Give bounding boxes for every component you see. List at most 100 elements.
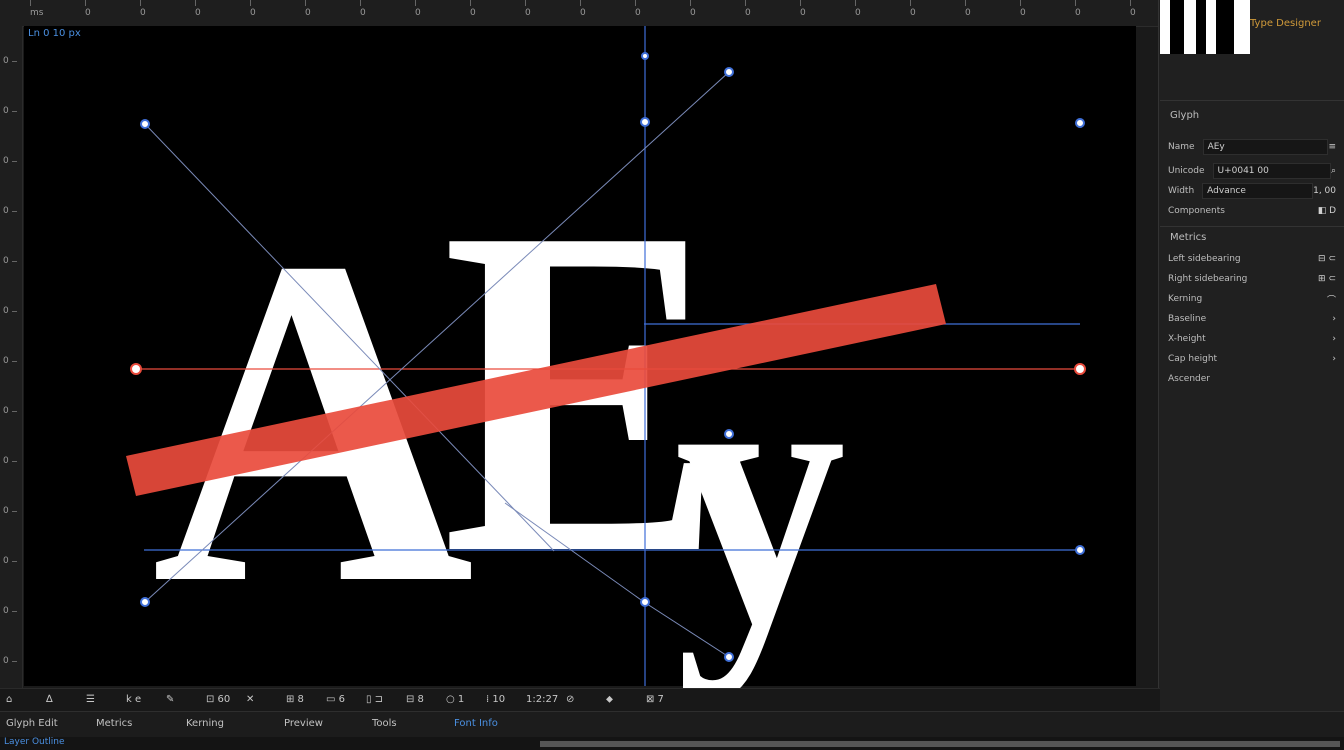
ruler-tick: 0 [305,0,311,18]
property-label: Width [1168,186,1195,196]
glyph-thumbnail[interactable] [1160,0,1250,54]
panel-divider [1160,226,1344,227]
metric-control-icon[interactable]: › [1332,334,1336,344]
metric-label: Kerning [1168,294,1203,304]
ruler-tick: 0 [1075,0,1081,18]
toolbar-tool[interactable]: ☰ [86,692,95,708]
metric-control-icon[interactable]: › [1332,354,1336,364]
tab-item[interactable]: Kerning [186,718,224,729]
ruler-tick: 0 [195,0,201,18]
layers-strip: Layer Outline [0,737,1344,750]
ruler-tick: 0 [3,306,17,316]
control-point [1075,118,1085,128]
toolbar-tool[interactable]: k e [126,692,141,708]
toolbar-tool[interactable]: ✕ [246,692,254,708]
toolbar-tool[interactable]: ∆ [46,692,53,708]
property-row-unicode[interactable]: Unicode U+0041 00 ⌕ [1168,162,1336,180]
property-field[interactable]: Advance [1202,183,1314,199]
metric-label: Baseline [1168,314,1207,324]
control-point [641,52,649,60]
ruler-tick: 0 [965,0,971,18]
handle-line-4 [504,502,645,603]
ruler-tick: 0 [250,0,256,18]
ruler-tick: 0 [745,0,751,18]
metric-label: X-height [1168,334,1206,344]
metric-label: Ascender [1168,374,1210,384]
metric-control-icon[interactable]: ⊟ ⊂ [1318,254,1336,264]
metric-label: Left sidebearing [1168,254,1241,264]
control-point [640,117,650,127]
property-value: 1, 00 [1313,186,1336,196]
tab-item[interactable]: Tools [372,718,397,729]
canvas-toolbar: ⌂ ∆ ☰ k e ✎ ⊡ 60 ✕ ⊞ 8 ▭ 6 ▯ ⊐ ⊟ 8 ○ 1 ⁞ 10 1:2:27 ⊘ ⬥ ⊠… [0,688,1160,711]
handle-line-2 [144,71,730,603]
toolbar-tool[interactable]: ⬥ [606,692,613,708]
property-field[interactable]: AEy [1202,139,1329,155]
menu-icon[interactable]: ≡ [1328,142,1336,152]
ruler-tick: 0 [3,656,17,666]
toolbar-tool[interactable]: ⁞ 10 [486,692,505,708]
toolbar-tool[interactable]: ⊟ 8 [406,692,424,708]
toolbar-tool[interactable]: ⊞ 8 [286,692,304,708]
property-row-width[interactable]: Width Advance 1, 00 [1168,182,1336,200]
ruler-tick: ms [30,0,44,18]
property-label: Unicode [1168,166,1205,176]
toolbar-tool[interactable]: ⌂ [6,692,12,708]
metric-row[interactable]: X-height › [1168,330,1336,348]
control-point [140,119,150,129]
property-field[interactable]: U+0041 00 [1212,163,1331,179]
metric-row[interactable]: Ascender [1168,370,1336,388]
red-endpoint-right [1074,363,1086,375]
metric-label: Cap height [1168,354,1218,364]
ruler-tick: 0 [3,56,17,66]
toolbar-tool[interactable]: ⊘ [566,692,574,708]
ruler-tick: 0 [85,0,91,18]
panel-divider [1160,100,1344,101]
toolbar-tool[interactable]: 1:2:27 [526,692,558,708]
tab-item[interactable]: Metrics [96,718,132,729]
properties-title: Glyph [1170,110,1200,121]
property-row-name[interactable]: Name AEy ≡ [1168,138,1336,156]
ruler-tick: 0 [3,206,17,216]
metric-row[interactable]: Cap height › [1168,350,1336,368]
ruler-tick: 0 [800,0,806,18]
handle-line-3 [643,601,730,658]
metric-control-icon[interactable]: › [1332,314,1336,324]
control-point [640,597,650,607]
toolbar-tool[interactable]: ⊡ 60 [206,692,230,708]
ruler-tick: 0 [360,0,366,18]
left-ruler: 0 0 0 0 0 0 0 0 0 0 0 0 0 [0,26,23,688]
metric-control-icon[interactable]: ⊞ ⊂ [1318,274,1336,284]
ruler-tick: 0 [3,506,17,516]
toolbar-tool[interactable]: ⊠ 7 [646,692,664,708]
search-icon[interactable]: ⌕ [1331,166,1336,176]
tab-item[interactable]: Preview [284,718,323,729]
metric-row[interactable]: Baseline › [1168,310,1336,328]
ruler-tick: 0 [140,0,146,18]
metric-row[interactable]: Right sidebearing ⊞ ⊂ [1168,270,1336,288]
component-toggle-icon[interactable]: ◧ D [1318,206,1336,216]
glyph-canvas[interactable]: Ln 0 10 px AEy [24,26,1136,686]
guide-overlay[interactable] [24,26,1136,686]
ruler-tick: 0 [3,556,17,566]
toolbar-tool[interactable]: ✎ [166,692,174,708]
metric-control-icon[interactable]: ⌒ [1327,293,1336,306]
timeline-scrollbar[interactable] [540,741,1340,747]
metric-row[interactable]: Left sidebearing ⊟ ⊂ [1168,250,1336,268]
ruler-tick: 0 [1130,0,1136,18]
toolbar-tool[interactable]: ○ 1 [446,692,464,708]
toolbar-tool[interactable]: ▭ 6 [326,692,345,708]
property-row-components[interactable]: Components ◧ D [1168,202,1336,220]
tab-item[interactable]: Font Info [454,718,498,729]
ruler-tick: 0 [3,256,17,266]
ruler-tick: 0 [3,156,17,166]
metric-label: Right sidebearing [1168,274,1248,284]
panel-header: Type Designer [1250,18,1321,29]
ruler-tick: 0 [910,0,916,18]
tab-item[interactable]: Glyph Edit [6,718,58,729]
metric-row[interactable]: Kerning ⌒ [1168,290,1336,308]
ruler-tick: 0 [3,456,17,466]
control-point [140,597,150,607]
toolbar-tool[interactable]: ▯ ⊐ [366,692,383,708]
control-point [724,652,734,662]
